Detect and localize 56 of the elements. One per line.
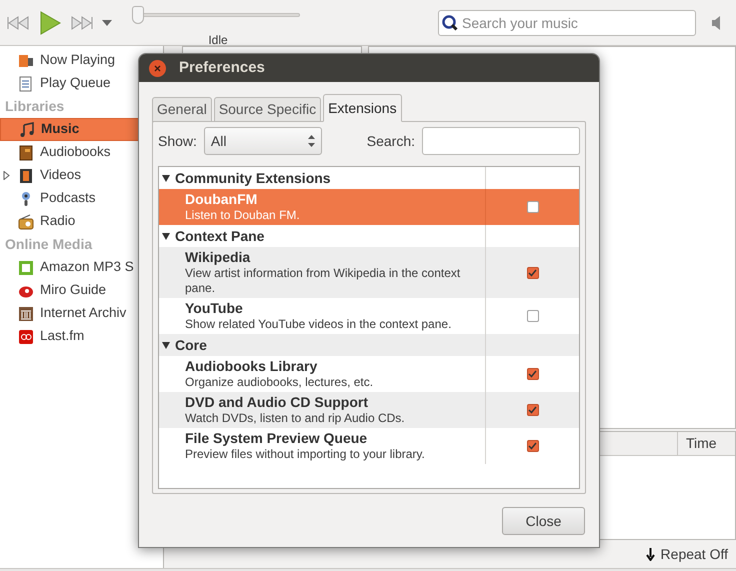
dropdown-icon[interactable] bbox=[102, 20, 112, 26]
play-icon[interactable] bbox=[38, 10, 62, 36]
expander-icon[interactable] bbox=[162, 174, 170, 182]
tab[interactable]: Extensions bbox=[323, 94, 402, 122]
search-input[interactable] bbox=[422, 127, 580, 155]
extension-name: DVD and Audio CD Support bbox=[185, 394, 370, 411]
search-label: Search: bbox=[366, 132, 415, 150]
search-icon bbox=[442, 14, 458, 30]
enable-checkbox[interactable] bbox=[526, 310, 538, 322]
down-arrow-icon bbox=[646, 548, 655, 560]
group-header: Core bbox=[175, 336, 207, 354]
enable-checkbox[interactable] bbox=[526, 440, 538, 452]
show-dropdown[interactable]: All bbox=[204, 127, 322, 155]
extension-name: YouTube bbox=[185, 300, 244, 317]
sidebar-item[interactable]: Play Queue bbox=[0, 72, 163, 95]
expander-icon[interactable] bbox=[162, 342, 170, 348]
extension-description: Watch DVDs, listen to and rip Audio CDs. bbox=[185, 411, 406, 426]
sidebar-item[interactable]: Videos bbox=[0, 164, 163, 187]
film-icon bbox=[18, 168, 34, 184]
extension-name: Audiobooks Library bbox=[185, 358, 318, 375]
extension-name: Wikipedia bbox=[185, 249, 252, 266]
section-header: Online Media bbox=[4, 235, 94, 254]
extension-name: File System Preview Queue bbox=[185, 430, 368, 447]
radio-icon bbox=[18, 214, 34, 230]
dialog-title: Preferences bbox=[179, 58, 265, 78]
enable-checkbox[interactable] bbox=[526, 266, 538, 278]
enable-checkbox[interactable] bbox=[526, 368, 538, 380]
tab[interactable]: Source Specific bbox=[214, 97, 322, 122]
extension-row[interactable]: Wikipedia View artist information from Wikipedia in the context pane. bbox=[159, 247, 579, 298]
extension-description: Show related YouTube videos in the context pane. bbox=[185, 317, 452, 332]
lastfm-icon bbox=[18, 328, 34, 344]
expander-icon[interactable] bbox=[2, 171, 10, 180]
extension-description: Listen to Douban FM. bbox=[185, 208, 301, 223]
building-icon bbox=[18, 306, 34, 322]
status-text: Idle bbox=[208, 32, 228, 49]
enable-checkbox[interactable] bbox=[526, 201, 538, 213]
search-field[interactable]: Search your music bbox=[438, 10, 696, 36]
enable-checkbox[interactable] bbox=[526, 404, 538, 416]
extension-name: DoubanFM bbox=[185, 191, 258, 208]
group-header: Context Pane bbox=[175, 226, 264, 246]
book-icon bbox=[18, 144, 34, 160]
extension-description: Organize audiobooks, lectures, etc. bbox=[185, 375, 374, 390]
list-icon bbox=[18, 76, 34, 92]
music-note-icon bbox=[19, 122, 35, 138]
tab[interactable]: General bbox=[152, 97, 212, 122]
expander-icon[interactable] bbox=[162, 232, 170, 240]
extension-description: Preview files without importing to your library. bbox=[185, 447, 426, 462]
extension-description: View artist information from Wikipedia in the context pane. bbox=[185, 266, 462, 296]
group-header: Community Extensions bbox=[175, 168, 331, 188]
close-button[interactable]: Close bbox=[502, 507, 585, 535]
repeat-toggle[interactable]: Repeat Off bbox=[660, 544, 728, 564]
spinner-icon bbox=[308, 135, 315, 147]
extension-row[interactable]: DVD and Audio CD Support Watch DVDs, listen to and rip Audio CDs. bbox=[159, 392, 579, 428]
column-header[interactable]: Time bbox=[677, 432, 735, 455]
close-icon[interactable] bbox=[149, 60, 166, 76]
sidebar-item[interactable]: Now Playing bbox=[0, 49, 163, 72]
